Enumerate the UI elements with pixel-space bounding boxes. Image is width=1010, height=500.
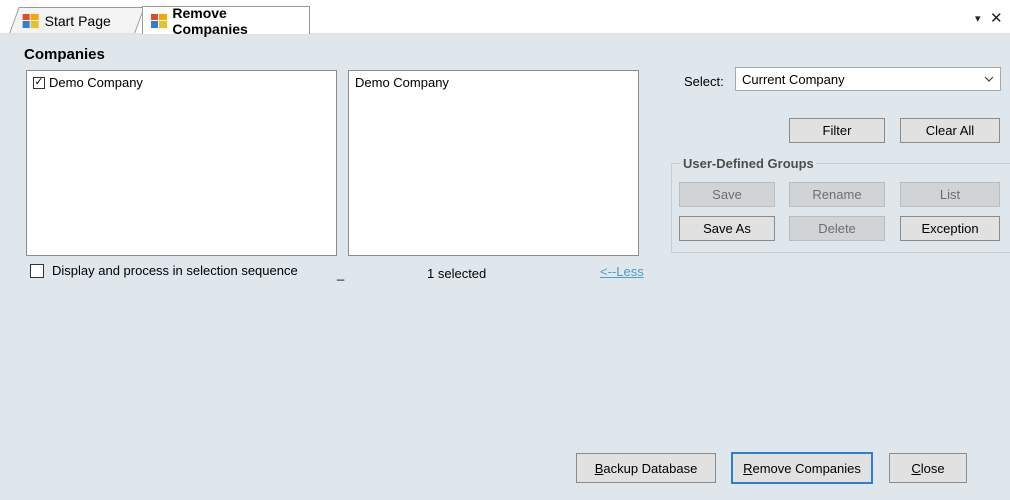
remove-label: emove Companies — [752, 460, 861, 476]
company-select-dropdown[interactable]: Current Company — [735, 67, 1001, 91]
delete-button[interactable]: Delete — [789, 216, 885, 241]
save-button[interactable]: Save — [679, 182, 775, 207]
list-item[interactable]: Demo Company — [349, 71, 638, 94]
tab-start-page[interactable]: Start Page — [9, 7, 145, 33]
dropdown-arrow-icon[interactable]: ▾ — [975, 12, 981, 25]
checkbox-unchecked-icon[interactable] — [30, 263, 44, 278]
available-companies-list[interactable]: ✓ Demo Company — [26, 70, 337, 256]
list-button[interactable]: List — [900, 182, 1000, 207]
close-label: lose — [920, 460, 945, 476]
select-value: Current Company — [742, 71, 845, 87]
filter-button[interactable]: Filter — [789, 118, 885, 143]
selected-companies-list[interactable]: Demo Company — [348, 70, 639, 256]
underscore-marker: _ — [337, 266, 345, 281]
exception-button[interactable]: Exception — [900, 216, 1000, 241]
select-label: Select: — [684, 74, 724, 89]
clear-all-button[interactable]: Clear All — [900, 118, 1000, 143]
selection-sequence-label: Display and process in selection sequenc… — [52, 263, 298, 278]
close-mnemonic: C — [911, 460, 921, 476]
companies-title: Companies — [24, 46, 105, 63]
tab-label: Start Page — [44, 12, 111, 29]
less-link[interactable]: <--Less — [600, 264, 644, 279]
user-groups-title: User-Defined Groups — [681, 156, 816, 171]
remove-companies-button[interactable]: Remove Companies — [731, 452, 873, 484]
app-icon — [151, 13, 167, 28]
backup-label: ackup Database — [603, 460, 698, 476]
list-item-label: Demo Company — [355, 75, 449, 90]
app-icon — [22, 13, 39, 28]
save-as-button[interactable]: Save As — [679, 216, 775, 241]
close-button[interactable]: Close — [889, 453, 967, 483]
list-item-label: Demo Company — [49, 75, 143, 90]
checkbox-checked-icon[interactable]: ✓ — [33, 76, 45, 89]
tab-label: Remove Companies — [172, 4, 248, 37]
rename-button[interactable]: Rename — [789, 182, 885, 207]
selected-count: 1 selected — [427, 266, 487, 281]
list-item[interactable]: ✓ Demo Company — [27, 71, 336, 94]
backup-mnemonic: B — [594, 460, 604, 476]
selection-sequence-option[interactable]: Display and process in selection sequenc… — [30, 263, 298, 278]
close-icon[interactable]: ✕ — [990, 9, 1003, 27]
remove-mnemonic: R — [743, 460, 753, 476]
tab-remove-companies[interactable]: Remove Companies — [142, 4, 310, 37]
backup-database-button[interactable]: Backup Database — [576, 453, 716, 483]
chevron-down-icon — [984, 76, 994, 82]
